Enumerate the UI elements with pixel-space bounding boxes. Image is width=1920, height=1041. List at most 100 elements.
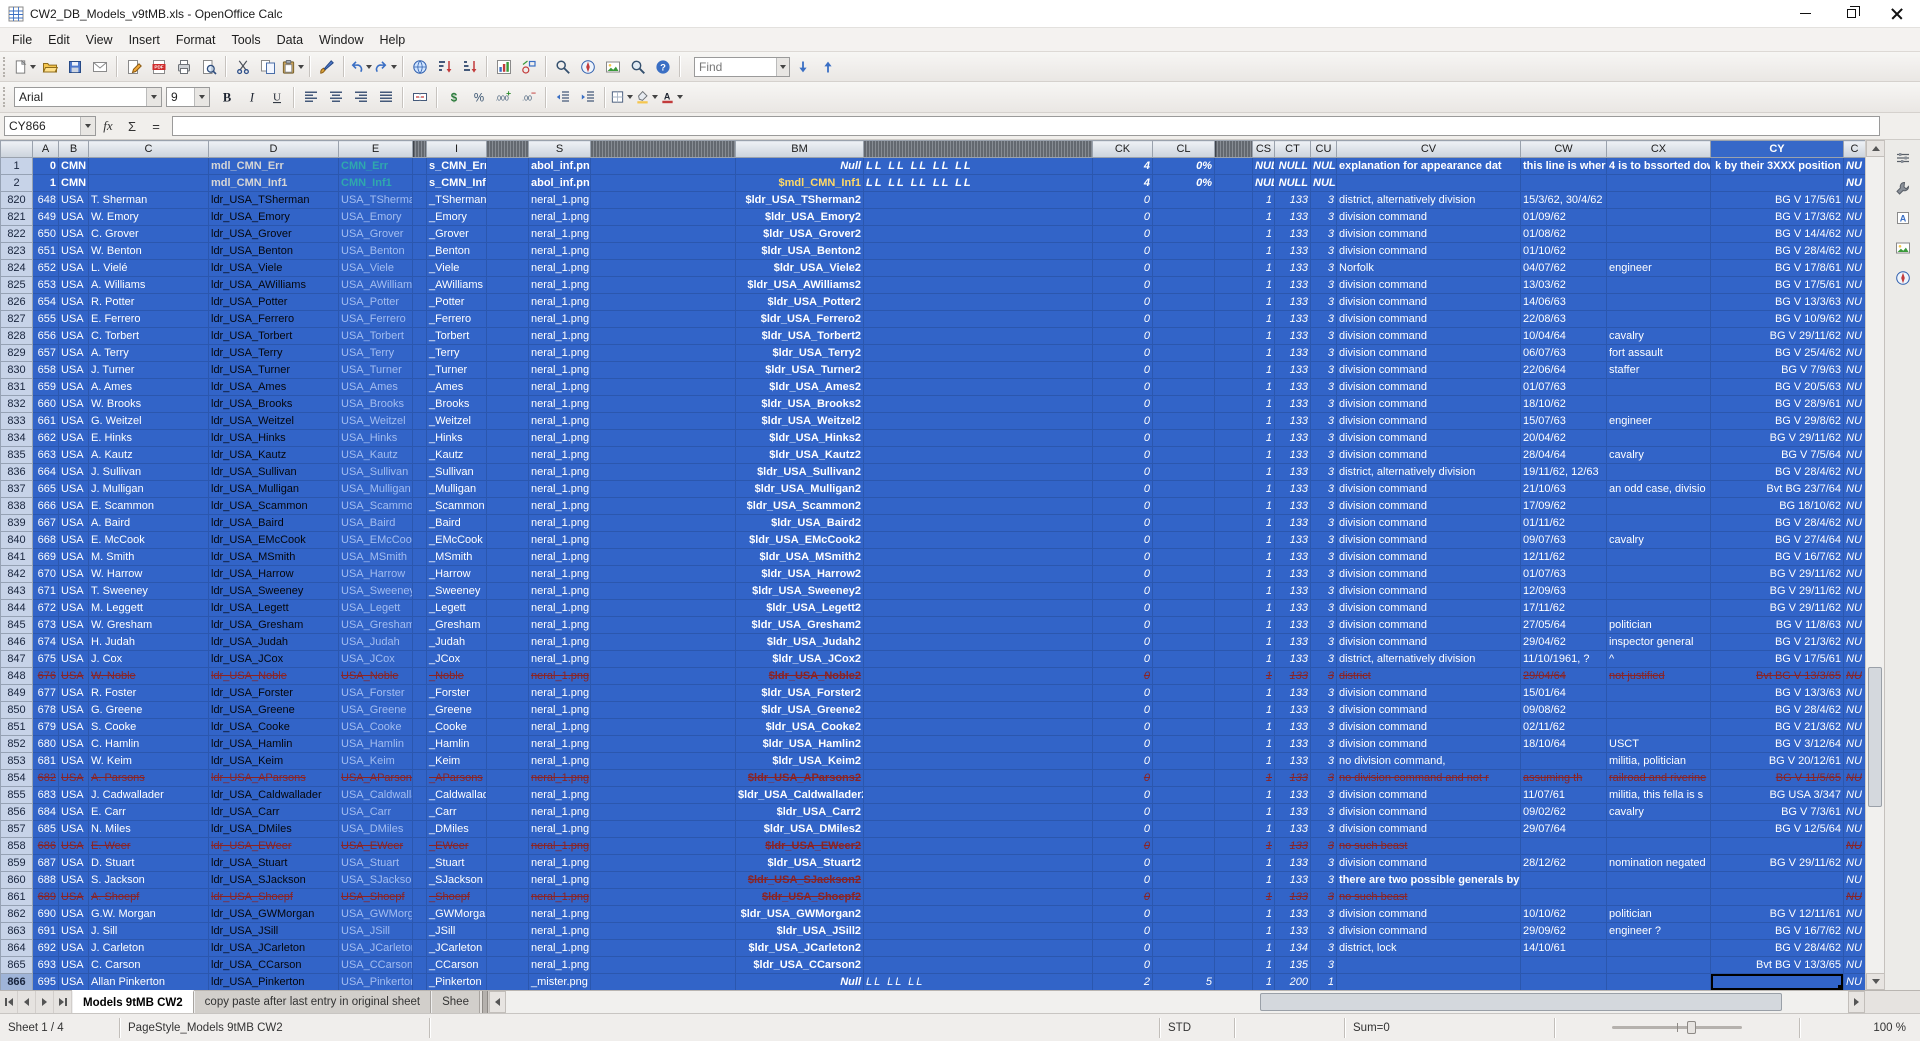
- status-page-style[interactable]: PageStyle_Models 9tMB CW2: [120, 1018, 430, 1038]
- cell-CW856[interactable]: 09/02/62: [1521, 804, 1607, 821]
- cell-D853[interactable]: ldr_USA_Keim: [209, 753, 339, 770]
- cell-E843[interactable]: USA_Sweeney: [339, 583, 413, 600]
- cell-F845[interactable]: [413, 617, 427, 634]
- cell-CK866[interactable]: 2: [1093, 974, 1153, 991]
- cell-C860[interactable]: NU: [1844, 872, 1866, 889]
- cell-BM830[interactable]: $ldr_USA_Turner2: [736, 362, 864, 379]
- cell-C831[interactable]: A. Ames: [89, 379, 209, 396]
- cell-CL840[interactable]: [1153, 532, 1215, 549]
- cell-CY833[interactable]: BG V 29/8/62: [1711, 413, 1844, 430]
- cell-CK824[interactable]: 0: [1093, 260, 1153, 277]
- cell-S835[interactable]: neral_1.png: [529, 447, 591, 464]
- previous-sheet-button[interactable]: [18, 991, 36, 1013]
- cell-F1[interactable]: [413, 158, 427, 175]
- cell-CT829[interactable]: 133: [1275, 345, 1311, 362]
- cell-E848[interactable]: USA_Noble: [339, 668, 413, 685]
- cell-A846[interactable]: 674: [33, 634, 59, 651]
- cell-D851[interactable]: ldr_USA_Cooke: [209, 719, 339, 736]
- cell-T836[interactable]: [591, 464, 736, 481]
- sort-descending-icon[interactable]: [457, 54, 482, 79]
- cell-CW857[interactable]: 29/07/64: [1521, 821, 1607, 838]
- cell-D1[interactable]: mdl_CMN_Err: [209, 158, 339, 175]
- cell-D840[interactable]: ldr_USA_EMcCook: [209, 532, 339, 549]
- cell-C862[interactable]: G.W. Morgan: [89, 906, 209, 923]
- cell-CV855[interactable]: division command: [1337, 787, 1521, 804]
- cell-CW865[interactable]: [1521, 957, 1607, 974]
- cell-T833[interactable]: [591, 413, 736, 430]
- cell-CY854[interactable]: BG V 11/5/65: [1711, 770, 1844, 787]
- cell-BM858[interactable]: $ldr_USA_EWeer2: [736, 838, 864, 855]
- cell-C831[interactable]: NU: [1844, 379, 1866, 396]
- cell-D828[interactable]: ldr_USA_Torbert: [209, 328, 339, 345]
- cell-I843[interactable]: _Sweeney: [427, 583, 487, 600]
- cell-C861[interactable]: NU: [1844, 889, 1866, 906]
- cell-CS821[interactable]: 1: [1253, 209, 1275, 226]
- align-center-icon[interactable]: [323, 85, 348, 110]
- cell-I858[interactable]: _EWeer: [427, 838, 487, 855]
- cell-J843[interactable]: [487, 583, 529, 600]
- cell-CU823[interactable]: 3: [1311, 243, 1337, 260]
- cell-CV1[interactable]: explanation for appearance dat: [1337, 158, 1521, 175]
- cell-T839[interactable]: [591, 515, 736, 532]
- cell-CY863[interactable]: BG V 16/7/62: [1711, 923, 1844, 940]
- cell-CT857[interactable]: 133: [1275, 821, 1311, 838]
- cell-T849[interactable]: [591, 685, 736, 702]
- cell-CM862[interactable]: [1215, 906, 1253, 923]
- cell-CX839[interactable]: [1607, 515, 1711, 532]
- cell-CY845[interactable]: BG V 11/8/63: [1711, 617, 1844, 634]
- cell-CK849[interactable]: 0: [1093, 685, 1153, 702]
- cell-I2[interactable]: s_CMN_Inf1: [427, 175, 487, 192]
- cell-CS866[interactable]: 1: [1253, 974, 1275, 991]
- cell-CM834[interactable]: [1215, 430, 1253, 447]
- cell-C862[interactable]: NU: [1844, 906, 1866, 923]
- cell-C1[interactable]: [89, 158, 209, 175]
- cell-CL863[interactable]: [1153, 923, 1215, 940]
- cell-A821[interactable]: 649: [33, 209, 59, 226]
- function-wizard-icon[interactable]: fx: [97, 115, 119, 137]
- cell-CK821[interactable]: 0: [1093, 209, 1153, 226]
- currency-icon[interactable]: $: [441, 85, 466, 110]
- cell-CK825[interactable]: 0: [1093, 277, 1153, 294]
- cell-CW845[interactable]: 27/05/64: [1521, 617, 1607, 634]
- cell-CX866[interactable]: [1607, 974, 1711, 991]
- row-header-821[interactable]: 821: [1, 209, 33, 226]
- cell-CK848[interactable]: 0: [1093, 668, 1153, 685]
- cell-T847[interactable]: [591, 651, 736, 668]
- cell-CV857[interactable]: division command: [1337, 821, 1521, 838]
- row-header-838[interactable]: 838: [1, 498, 33, 515]
- cell-CV849[interactable]: division command: [1337, 685, 1521, 702]
- cell-A861[interactable]: 689: [33, 889, 59, 906]
- cell-BN848[interactable]: [864, 668, 1093, 685]
- cell-CM860[interactable]: [1215, 872, 1253, 889]
- cell-CU826[interactable]: 3: [1311, 294, 1337, 311]
- cell-C865[interactable]: NU: [1844, 957, 1866, 974]
- cell-CL836[interactable]: [1153, 464, 1215, 481]
- cell-CK1[interactable]: 4: [1093, 158, 1153, 175]
- cell-CL866[interactable]: 5: [1153, 974, 1215, 991]
- cell-CW852[interactable]: 18/10/64: [1521, 736, 1607, 753]
- cell-CU854[interactable]: 3: [1311, 770, 1337, 787]
- cell-S826[interactable]: neral_1.png: [529, 294, 591, 311]
- cell-I838[interactable]: _Scammon: [427, 498, 487, 515]
- cell-I826[interactable]: _Potter: [427, 294, 487, 311]
- cell-CV827[interactable]: division command: [1337, 311, 1521, 328]
- cell-J858[interactable]: [487, 838, 529, 855]
- cell-BN826[interactable]: [864, 294, 1093, 311]
- cell-CS853[interactable]: 1: [1253, 753, 1275, 770]
- cell-CT841[interactable]: 133: [1275, 549, 1311, 566]
- cell-CT834[interactable]: 133: [1275, 430, 1311, 447]
- cell-CW853[interactable]: [1521, 753, 1607, 770]
- cell-F848[interactable]: [413, 668, 427, 685]
- cell-I841[interactable]: _MSmith: [427, 549, 487, 566]
- cell-T866[interactable]: [591, 974, 736, 991]
- row-header-848[interactable]: 848: [1, 668, 33, 685]
- cell-B861[interactable]: USA: [59, 889, 89, 906]
- cell-CW847[interactable]: 11/10/1961, ?: [1521, 651, 1607, 668]
- row-header-854[interactable]: 854: [1, 770, 33, 787]
- navigator-icon[interactable]: [575, 54, 600, 79]
- cell-CW863[interactable]: 29/09/62: [1521, 923, 1607, 940]
- cell-CT847[interactable]: 133: [1275, 651, 1311, 668]
- cell-BN831[interactable]: [864, 379, 1093, 396]
- cell-F850[interactable]: [413, 702, 427, 719]
- cell-A854[interactable]: 682: [33, 770, 59, 787]
